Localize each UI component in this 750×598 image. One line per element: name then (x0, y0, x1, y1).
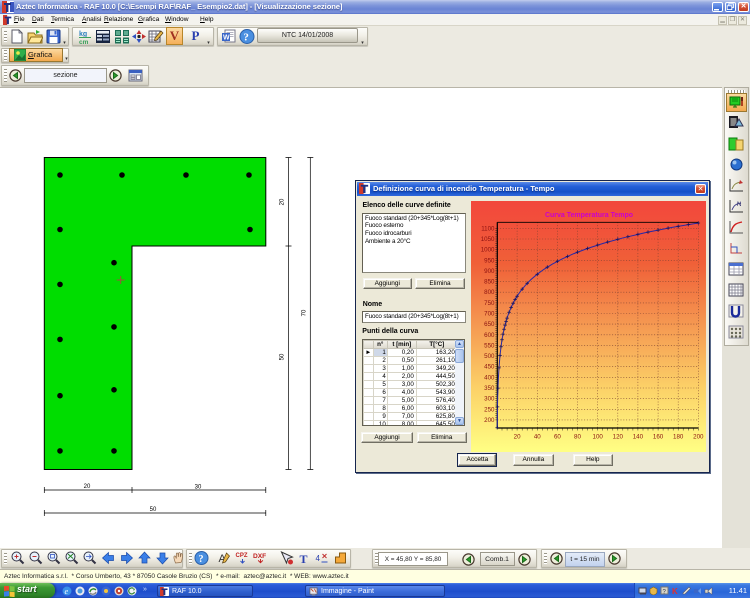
svg-text:750: 750 (485, 299, 496, 306)
svg-text:850: 850 (485, 278, 496, 285)
svg-text:?: ? (243, 32, 249, 44)
svg-text:40: 40 (534, 433, 541, 440)
svg-text:CPZ: CPZ (236, 553, 248, 559)
svg-text:250: 250 (485, 406, 496, 413)
svg-text:kg: kg (79, 31, 87, 38)
svg-text:20: 20 (514, 433, 521, 440)
svg-text:70: 70 (301, 309, 307, 316)
svg-text:W: W (223, 35, 230, 42)
svg-text:450: 450 (485, 363, 496, 370)
svg-text:900: 900 (485, 267, 496, 274)
svg-text:20: 20 (280, 198, 286, 205)
svg-text:350: 350 (485, 385, 496, 392)
svg-text:500: 500 (485, 353, 496, 360)
svg-text:N: N (737, 202, 741, 208)
svg-text:300: 300 (485, 395, 496, 402)
svg-text:550: 550 (485, 342, 496, 349)
svg-text:T: T (300, 552, 308, 566)
svg-text:400: 400 (485, 374, 496, 381)
svg-text:50: 50 (150, 507, 157, 513)
svg-text:?: ? (199, 554, 204, 565)
svg-text:1050: 1050 (481, 236, 495, 243)
svg-text:800: 800 (485, 289, 496, 296)
svg-text:DXF: DXF (253, 553, 266, 560)
svg-text:K: K (672, 587, 678, 595)
svg-text:650: 650 (485, 321, 496, 328)
svg-text:100: 100 (593, 433, 604, 440)
svg-text:e: e (65, 587, 69, 596)
svg-text:950: 950 (485, 257, 496, 264)
svg-text:600: 600 (485, 331, 496, 338)
svg-text:30: 30 (195, 485, 202, 491)
svg-text:20: 20 (84, 484, 91, 490)
svg-text:120: 120 (613, 433, 624, 440)
svg-text:1000: 1000 (481, 246, 495, 253)
svg-text:80: 80 (574, 433, 581, 440)
svg-text:60: 60 (554, 433, 561, 440)
svg-text:200: 200 (485, 416, 496, 423)
svg-text:200: 200 (694, 433, 705, 440)
svg-text:1100: 1100 (482, 225, 496, 232)
svg-text:700: 700 (485, 310, 496, 317)
svg-text:180: 180 (673, 433, 684, 440)
svg-text:4: 4 (316, 554, 321, 563)
svg-text:cm: cm (79, 39, 89, 45)
svg-text:160: 160 (653, 433, 664, 440)
svg-text:50: 50 (280, 353, 286, 360)
svg-text:140: 140 (633, 433, 644, 440)
svg-text:Curva Temperatura Tempo: Curva Temperatura Tempo (545, 212, 633, 219)
